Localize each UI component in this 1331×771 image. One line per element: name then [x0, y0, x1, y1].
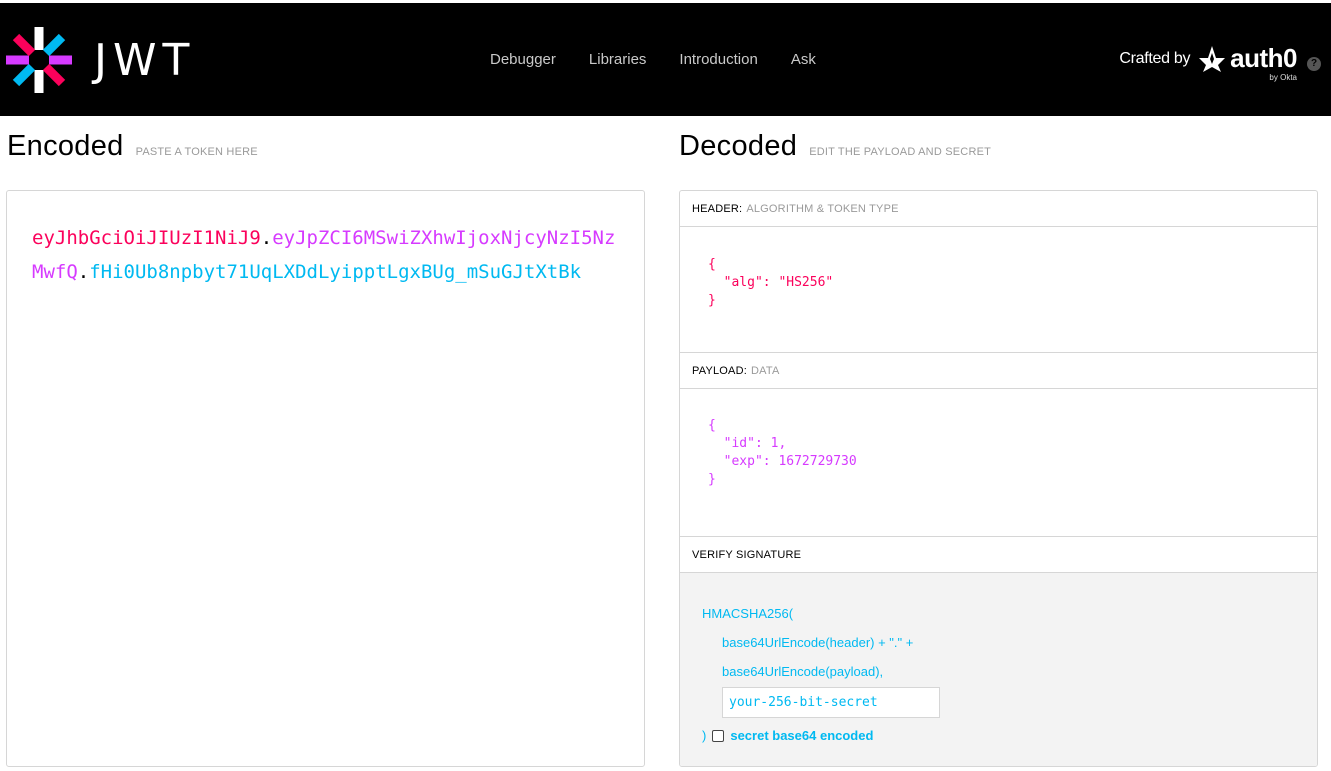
auth0-logo[interactable]: auth0 by Okta	[1198, 43, 1297, 82]
payload-json-editor[interactable]: { "id": 1, "exp": 1672729730 }	[680, 389, 1317, 537]
token-header-part: eyJhbGciOiJIUzI1NiJ9	[32, 227, 261, 249]
secret-input[interactable]	[722, 687, 940, 718]
header-section-title: HEADER: ALGORITHM & TOKEN TYPE	[680, 191, 1317, 227]
nav-debugger[interactable]: Debugger	[490, 51, 556, 68]
payload-section-title: PAYLOAD: DATA	[680, 353, 1317, 389]
base64-row: ) secret base64 encoded	[702, 721, 1317, 750]
verify-label: VERIFY SIGNATURE	[692, 548, 802, 561]
by-okta-label: by Okta	[1269, 73, 1297, 82]
token-dot: .	[77, 261, 90, 283]
help-icon[interactable]: ?	[1307, 56, 1321, 71]
header-sublabel: ALGORITHM & TOKEN TYPE	[746, 202, 899, 215]
json-line: }	[708, 293, 716, 308]
nav-introduction[interactable]: Introduction	[679, 51, 757, 68]
encoded-token-editor[interactable]: eyJhbGciOiJIUzI1NiJ9.eyJpZCI6MSwiZXhwIjo…	[6, 190, 645, 767]
sig-line-header: base64UrlEncode(header) + "." +	[722, 635, 914, 650]
jwt-wordmark: JWT	[94, 34, 196, 86]
payload-sublabel: DATA	[751, 364, 780, 377]
base64-checkbox-label[interactable]: secret base64 encoded	[730, 721, 873, 750]
nav-ask[interactable]: Ask	[791, 51, 816, 68]
json-line: }	[708, 472, 716, 487]
decoded-title: Decoded EDIT THE PAYLOAD AND SECRET	[679, 130, 991, 163]
nav-libraries[interactable]: Libraries	[589, 51, 647, 68]
payload-label: PAYLOAD:	[692, 364, 747, 377]
encoded-heading: Encoded	[7, 130, 124, 162]
token-dot: .	[260, 227, 273, 249]
json-line: "alg": "HS256"	[708, 275, 834, 290]
auth0-brand: auth0	[1230, 43, 1297, 73]
json-line: "id": 1,	[708, 436, 787, 451]
sig-function: HMACSHA256(	[702, 606, 794, 621]
crafted-by-label: Crafted by	[1119, 49, 1191, 67]
json-line: {	[708, 257, 716, 272]
top-navbar: JWT Debugger Libraries Introduction Ask …	[0, 0, 1331, 116]
encoded-subheading: PASTE A TOKEN HERE	[135, 146, 258, 158]
decoded-panel: HEADER: ALGORITHM & TOKEN TYPE { "alg": …	[679, 190, 1318, 767]
jwt-logo[interactable]: JWT	[4, 23, 214, 97]
decoded-subheading: EDIT THE PAYLOAD AND SECRET	[809, 146, 992, 158]
verify-section-title: VERIFY SIGNATURE	[680, 537, 1317, 573]
token-signature-part: fHi0Ub8npbyt71UqLXDdLyipptLgxBUg_mSuGJtX…	[89, 261, 582, 283]
header-label: HEADER:	[692, 202, 743, 215]
jwt-star-icon	[6, 27, 72, 93]
decoded-heading: Decoded	[679, 130, 798, 162]
encoded-title: Encoded PASTE A TOKEN HERE	[7, 130, 258, 163]
header-json-editor[interactable]: { "alg": "HS256" }	[680, 227, 1317, 353]
sig-line-payload: base64UrlEncode(payload),	[722, 664, 884, 679]
crafted-by-auth0: Crafted by auth0 by Okta ?	[1119, 43, 1321, 82]
json-line: "exp": 1672729730	[708, 454, 857, 469]
base64-checkbox[interactable]	[712, 729, 725, 742]
json-line: {	[708, 418, 716, 433]
verify-signature-body: HMACSHA256( base64UrlEncode(header) + ".…	[680, 573, 1317, 766]
main-nav: Debugger Libraries Introduction Ask	[490, 51, 849, 68]
auth0-shield-icon	[1199, 45, 1226, 72]
sig-close-paren: )	[702, 728, 707, 743]
